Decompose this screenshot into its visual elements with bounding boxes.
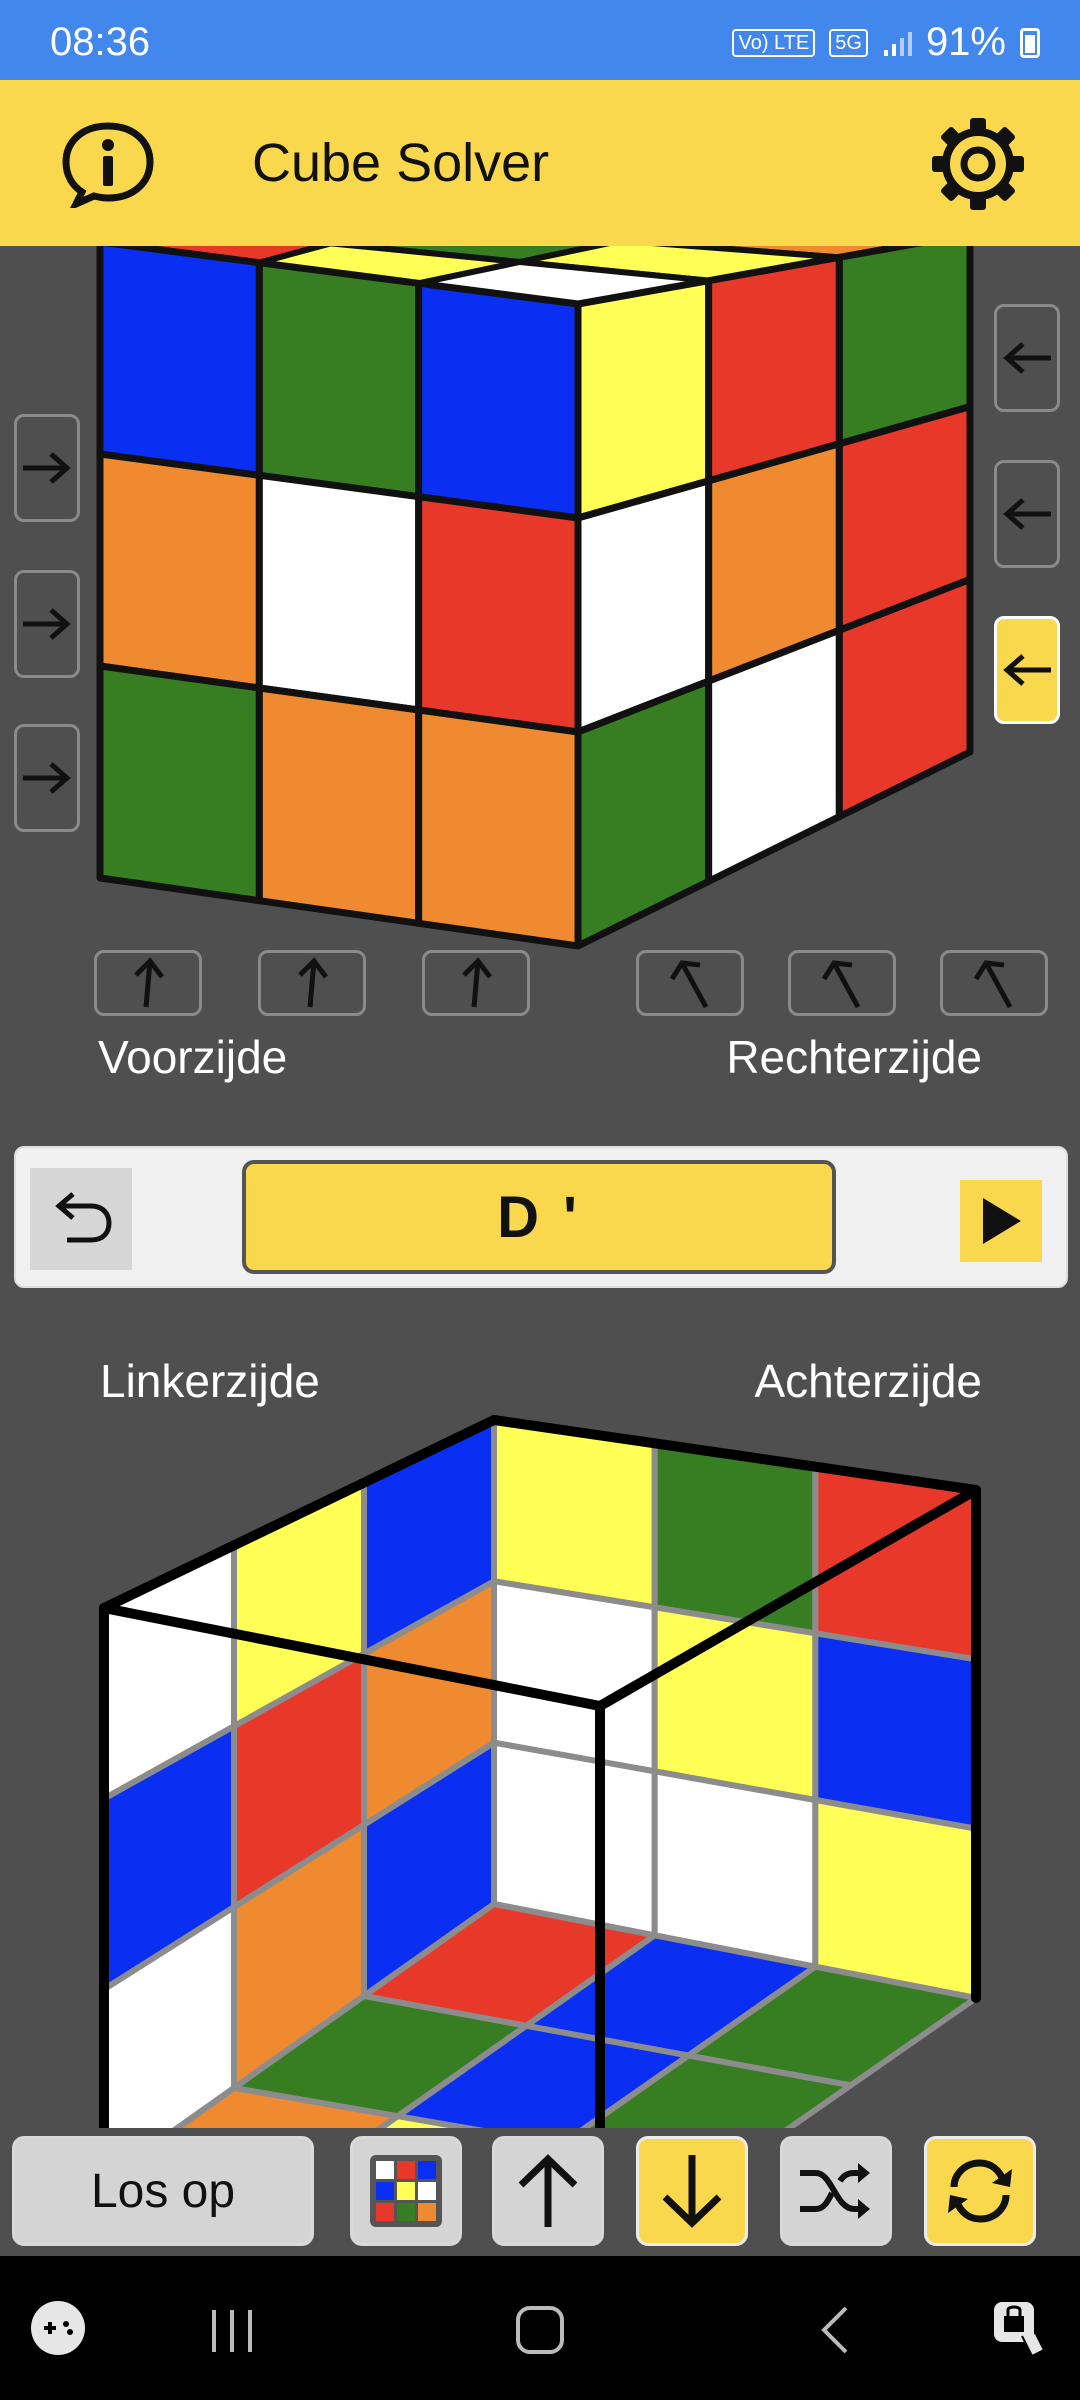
current-move-display: D ' [242,1160,836,1274]
status-bar: 08:36 Vo) LTE 5G 91% [0,0,1080,80]
shuffle-button[interactable] [780,2136,892,2246]
recents-icon [212,2310,252,2352]
cube-colors-icon [370,2155,442,2227]
front-face-sticker-0-0 [96,246,263,479]
play-button[interactable] [960,1180,1042,1262]
rotate-row-1-left-button[interactable] [994,304,1060,412]
front-face-sticker-2-1 [255,684,423,927]
home-button[interactable] [508,2300,572,2360]
accessibility-button[interactable] [988,2296,1048,2360]
front-face-sticker-0-2 [415,279,582,522]
front-face-sticker-1-1 [255,471,423,714]
rotate-right-column-3-button[interactable] [940,950,1048,1016]
play-icon [983,1198,1021,1244]
cube-inside-view[interactable] [0,1400,1080,2128]
app-title: Cube Solver [252,133,550,193]
rotate-row-2-left-button[interactable] [994,460,1060,568]
rotate-column-2-up-button[interactable] [258,950,366,1016]
front-face-sticker-2-0 [96,662,263,905]
5g-icon: 5G [829,28,868,57]
right-face-sticker-0-0 [574,277,713,522]
front-face-sticker-2-2 [415,706,582,950]
move-down-button[interactable] [636,2136,748,2246]
rotate-row-3-right-button[interactable] [14,724,80,832]
rotate-row-2-right-button[interactable] [14,570,80,678]
arrow-up-left-icon [669,960,709,1009]
info-button[interactable] [58,118,158,212]
solve-button-label: Los op [90,2164,236,2218]
back-face-sticker-2-2 [812,1797,979,2001]
rotate-right-column-1-button[interactable] [636,950,744,1016]
front-face-label: Voorzijde [98,1031,288,1083]
back-face-sticker-0-1 [651,1440,819,1637]
rotate-right-column-2-button[interactable] [788,950,896,1016]
arrow-left-icon [1003,342,1051,374]
shuffle-icon [800,2163,870,2219]
right-face-sticker-2-0 [574,677,713,950]
arrow-up-left-icon [973,960,1013,1009]
arrow-right-icon [23,608,71,640]
cube-3d-view[interactable] [0,246,1080,966]
status-icons: Vo) LTE 5G 91% [732,20,1040,65]
system-nav-bar [0,2256,1080,2400]
rotate-column-3-up-button[interactable] [422,950,530,1016]
color-picker-button[interactable] [350,2136,462,2246]
lock-hand-icon [994,2302,1046,2358]
front-face-sticker-1-2 [415,493,582,736]
arrow-down-icon [662,2155,722,2228]
info-icon [62,122,154,212]
home-icon [516,2306,564,2354]
front-face-sticker-0-1 [255,259,423,501]
app-bar: Cube Solver [0,80,1080,246]
solve-button[interactable]: Los op [12,2136,314,2246]
front-face-sticker-1-0 [96,450,263,692]
back-button[interactable] [810,2302,866,2358]
arrow-left-icon [1003,654,1051,686]
refresh-icon [948,2159,1012,2223]
rotate-row-3-left-button[interactable] [994,616,1060,724]
arrow-up-left-icon [821,960,861,1009]
recent-apps-button[interactable] [200,2306,264,2356]
arrow-left-icon [1003,498,1051,530]
refresh-button[interactable] [924,2136,1036,2246]
back-face-sticker-1-1 [651,1604,819,1803]
rotate-row-1-right-button[interactable] [14,414,80,522]
arrow-up-icon [298,957,328,1008]
right-face-label: Rechterzijde [726,1031,982,1083]
back-icon [821,2306,848,2354]
back-face-sticker-1-2 [812,1630,979,1832]
move-bar: D ' [14,1146,1068,1288]
arrow-up-icon [518,2154,578,2227]
signal-icon [883,31,912,56]
arrow-right-icon [23,762,71,794]
move-up-button[interactable] [492,2136,604,2246]
back-face-sticker-1-0 [491,1578,658,1775]
volte-icon: Vo) LTE [732,28,816,57]
battery-icon [1020,27,1040,58]
undo-button[interactable] [30,1168,132,1270]
gamepad-icon [31,2301,85,2355]
arrow-up-icon [462,957,492,1008]
back-face-sticker-0-0 [491,1417,658,1611]
arrow-right-icon [23,452,71,484]
bottom-toolbar: Los op [0,2128,1080,2250]
undo-icon [55,1192,112,1243]
arrow-up-icon [134,957,164,1008]
battery-percent: 91% [925,20,1006,64]
rotate-column-1-up-button[interactable] [94,950,202,1016]
status-time: 08:36 [50,20,151,64]
gear-icon [932,118,1024,210]
game-launcher-button[interactable] [30,2300,86,2356]
settings-button[interactable] [928,114,1028,214]
